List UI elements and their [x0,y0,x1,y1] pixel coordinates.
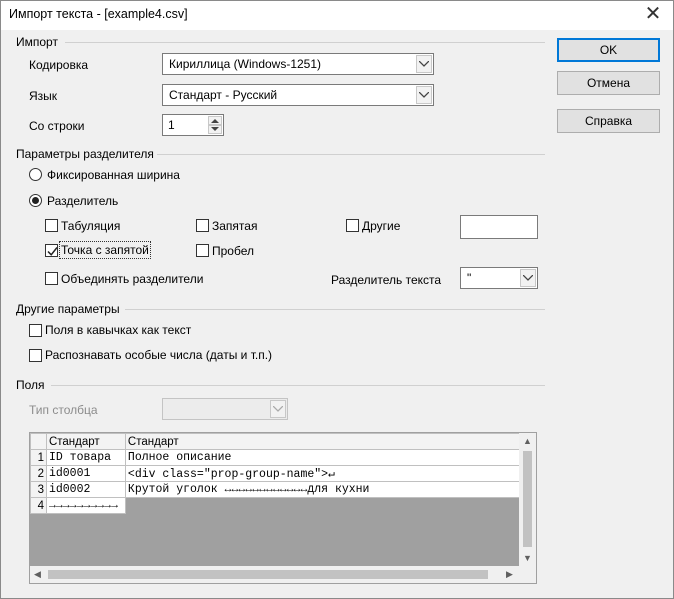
detect-special-numbers-label[interactable]: Распознавать особые числа (даты и т.п.) [45,348,272,362]
cancel-button[interactable]: Отмена [557,71,660,95]
encoding-dropdown[interactable]: Кириллица (Windows-1251) [162,53,434,75]
language-dropdown[interactable]: Стандарт - Русский [162,84,434,106]
title-bar: Импорт текста - [example4.csv] ✕ [1,1,673,30]
table-row: 4 →→→→→→→→→→ [30,497,520,514]
quoted-as-text-label[interactable]: Поля в кавычках как текст [45,323,191,337]
from-row-stepper[interactable]: 1 [162,114,224,136]
import-section-title: Импорт [16,35,58,49]
close-icon[interactable]: ✕ [633,1,673,30]
table-row: 3 id0002 Крутой уголок ↔↔↔↔↔↔↔↔↔↔↔↔для к… [30,481,521,498]
merge-delimiters-label[interactable]: Объединять разделители [61,272,203,286]
horizontal-scroll-thumb[interactable] [48,570,488,579]
table-cell: Крутой уголок ↔↔↔↔↔↔↔↔↔↔↔↔для кухни [124,481,521,498]
column-header[interactable]: Стандарт [124,433,521,450]
other-options-section-divider [125,309,545,310]
spin-up-icon[interactable] [208,116,222,125]
table-cell: ID товара [45,449,126,466]
table-cell: id0002 [45,481,126,498]
row-number: 4 [30,497,47,514]
help-button[interactable]: Справка [557,109,660,133]
scroll-up-icon[interactable]: ▲ [523,436,532,446]
semicolon-checkbox[interactable] [45,244,58,257]
chevron-down-icon[interactable] [416,55,432,73]
table-cell: <div class="prop-group-name">↵ [124,465,521,482]
column-header[interactable]: Стандарт [45,433,126,450]
scrollbar-corner [519,566,536,583]
other-options-section-title: Другие параметры [16,302,120,316]
string-delimiter-label: Разделитель текста [331,273,442,287]
window-title: Импорт текста - [example4.csv] [9,7,188,21]
fields-section-divider [51,385,545,386]
chevron-down-icon[interactable] [270,400,286,418]
preview-header-row: Стандарт Стандарт [30,433,521,450]
preview-table: Стандарт Стандарт 1 ID товара Полное опи… [30,433,521,514]
separated-by-label[interactable]: Разделитель [47,194,118,208]
chevron-down-icon[interactable] [416,86,432,104]
scroll-left-icon[interactable]: ◀ [34,569,41,580]
spin-down-icon[interactable] [208,125,222,134]
ok-button[interactable]: OK [557,38,660,62]
from-row-label: Со строки [29,119,85,133]
tab-checkbox[interactable] [45,219,58,232]
table-row: 1 ID товара Полное описание [30,449,521,466]
other-checkbox[interactable] [346,219,359,232]
language-label: Язык [29,89,58,103]
fixed-width-label[interactable]: Фиксированная ширина [47,168,180,182]
from-row-value: 1 [168,118,175,132]
separator-section-divider [157,154,545,155]
import-section-divider [65,42,545,43]
space-label[interactable]: Пробел [212,244,254,258]
tab-label[interactable]: Табуляция [61,219,120,233]
fields-section-title: Поля [16,378,45,392]
fixed-width-radio[interactable] [29,168,42,181]
scroll-right-icon[interactable]: ▶ [506,569,513,580]
column-type-label: Тип столбца [29,403,98,417]
separated-by-radio[interactable] [29,194,42,207]
string-delimiter-dropdown[interactable]: " [460,267,538,289]
string-delimiter-value: " [467,271,472,285]
row-number: 2 [30,465,47,482]
table-cell: Полное описание [124,449,521,466]
column-type-dropdown[interactable] [162,398,288,420]
detect-special-numbers-checkbox[interactable] [29,349,42,362]
horizontal-scrollbar[interactable]: ◀ ▶ [30,566,520,583]
semicolon-label[interactable]: Точка с запятой [59,241,151,259]
row-number: 3 [30,481,47,498]
encoding-value: Кириллица (Windows-1251) [169,57,322,71]
other-separator-input[interactable] [460,215,538,239]
comma-label[interactable]: Запятая [212,219,257,233]
table-cell: id0001 [45,465,126,482]
corner-header [30,433,47,450]
merge-delimiters-checkbox[interactable] [45,272,58,285]
separator-section-title: Параметры разделителя [16,147,154,161]
vertical-scroll-thumb[interactable] [523,451,532,547]
comma-checkbox[interactable] [196,219,209,232]
space-checkbox[interactable] [196,244,209,257]
scroll-down-icon[interactable]: ▼ [523,553,532,563]
row-number: 1 [30,449,47,466]
table-cell: →→→→→→→→→→ [45,497,126,514]
vertical-scrollbar[interactable]: ▲ ▼ [519,433,536,567]
other-label[interactable]: Другие [362,219,400,233]
language-value: Стандарт - Русский [169,88,278,102]
table-cell-empty [125,497,520,514]
preview-grid[interactable]: Стандарт Стандарт 1 ID товара Полное опи… [29,432,537,584]
table-row: 2 id0001 <div class="prop-group-name">↵ [30,465,521,482]
encoding-label: Кодировка [29,58,89,72]
import-text-dialog: Импорт текста - [example4.csv] ✕ Импорт … [0,0,674,599]
chevron-down-icon[interactable] [520,269,536,287]
quoted-as-text-checkbox[interactable] [29,324,42,337]
